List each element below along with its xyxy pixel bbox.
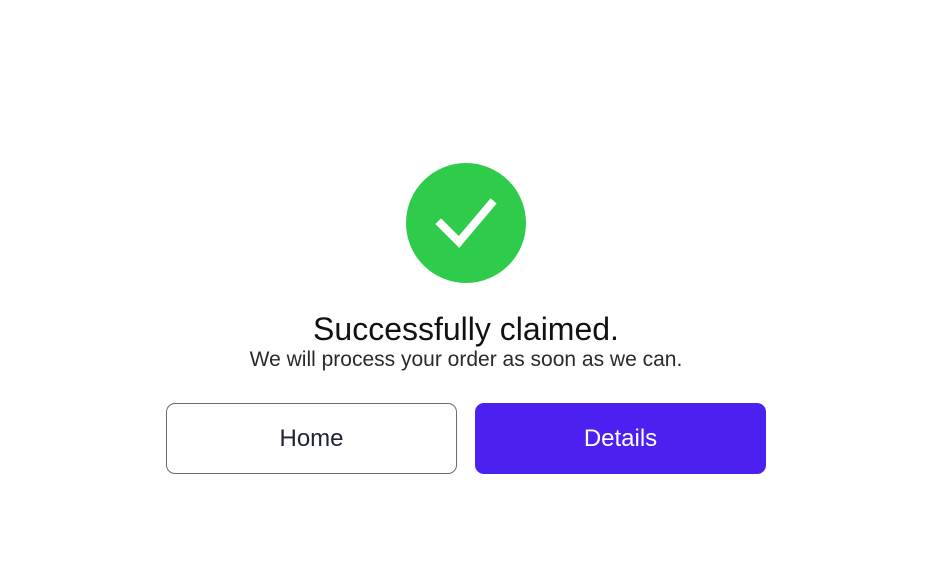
details-button[interactable]: Details <box>475 403 766 474</box>
home-button[interactable]: Home <box>166 403 457 474</box>
success-title: Successfully claimed. <box>313 311 619 347</box>
checkmark-icon <box>435 198 497 248</box>
success-message: We will process your order as soon as we… <box>249 348 683 371</box>
success-check-icon <box>406 163 526 283</box>
success-dialog: Successfully claimed. We will process yo… <box>0 0 940 580</box>
